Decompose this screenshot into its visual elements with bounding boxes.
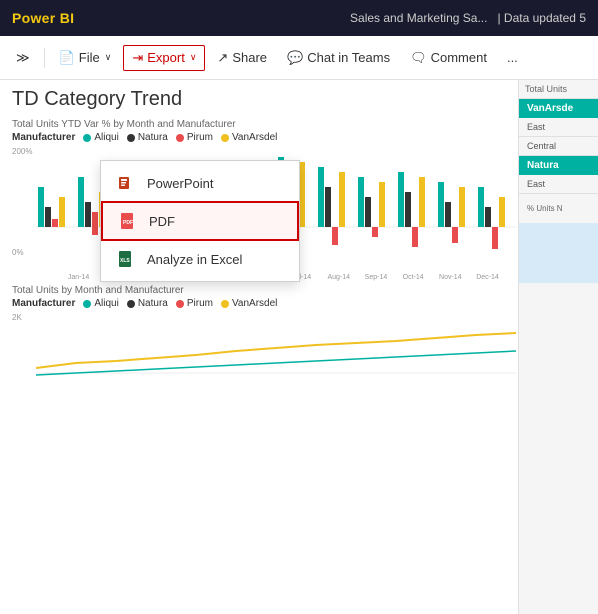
legend-aliqui: Aliqui [83,132,118,143]
topbar: Power BI Sales and Marketing Sa... | Dat… [0,0,598,36]
main-content: PowerPoint PDF PDF XLS Analyze in Excel [0,80,598,614]
east-label-2: East [527,179,590,189]
report-title: Sales and Marketing Sa... | Data updated… [350,11,586,25]
x-dec: Dec-14 [469,274,506,281]
central-label: Central [527,141,590,151]
export-icon: ⇥ [132,50,143,66]
export-dropdown: PowerPoint PDF PDF XLS Analyze in Excel [100,160,300,282]
file-icon: 📄 [59,50,75,66]
aliqui-dot-2 [83,300,91,308]
vanarsdel-label-2: VanArsdel [232,298,277,309]
pct-units-label: % Units N [519,198,598,219]
total-units-header: Total Units [519,80,598,99]
chart-2-legend: Manufacturer Aliqui Natura Pirum [12,298,506,309]
powerpoint-icon [117,173,137,193]
export-pdf-item[interactable]: PDF PDF [101,201,299,241]
excel-icon: XLS [117,249,137,269]
natura-dot [127,134,135,142]
natura-dot-2 [127,300,135,308]
legend-vanarsdel: VanArsdel [221,132,277,143]
y-200: 200% [12,147,32,156]
natura-item-label: Natura [527,160,590,171]
legend2-pirum: Pirum [176,298,213,309]
export-powerpoint-item[interactable]: PowerPoint [101,165,299,201]
vanarsdel-dot [221,134,229,142]
vanarsdel-item-label: VanArsde [527,103,590,114]
east-item-1: East [519,118,598,137]
toolbar-divider-1 [44,48,45,68]
y-2k-label: 2K [12,313,22,322]
pirum-label: Pirum [187,132,213,143]
pdf-label: PDF [149,214,175,229]
svg-text:XLS: XLS [120,258,130,264]
natura-item: Natura [519,156,598,175]
legend-manufacturer-label: Manufacturer [12,132,75,143]
aliqui-label-2: Aliqui [94,298,118,309]
legend2-vanarsdel: VanArsdel [221,298,277,309]
collapse-btn[interactable]: ≫ [8,46,38,70]
line-chart-container: 2K [12,313,506,393]
east-item-2: East [519,175,598,194]
teams-icon: 💬 [287,50,303,66]
svg-text:PDF: PDF [123,220,133,226]
x-aug: Aug-14 [320,274,357,281]
pirum-label-2: Pirum [187,298,213,309]
x-sep: Sep-14 [357,274,394,281]
vanarsdel-label: VanArsdel [232,132,277,143]
pirum-dot-2 [176,300,184,308]
natura-label-2: Natura [138,298,168,309]
powerpoint-label: PowerPoint [147,176,213,191]
comment-button[interactable]: 🗨 Comment [402,46,495,70]
chart-2-label: Total Units by Month and Manufacturer [12,285,506,296]
excel-label: Analyze in Excel [147,252,242,267]
natura-label: Natura [138,132,168,143]
aliqui-label: Aliqui [94,132,118,143]
vanarsdel-item: VanArsde [519,99,598,118]
x-jan: Jan-14 [60,274,97,281]
x-oct: Oct-14 [395,274,432,281]
line-chart-svg [36,313,516,383]
aliqui-dot [83,134,91,142]
y-0: 0% [12,248,32,257]
chart-section-2: Total Units by Month and Manufacturer Ma… [12,285,506,393]
y-axis-1: 200% 0% [12,147,32,257]
legend-pirum: Pirum [176,132,213,143]
file-chevron-icon: ∨ [105,52,112,63]
export-chevron-icon: ∨ [190,52,197,63]
central-item: Central [519,137,598,156]
export-excel-item[interactable]: XLS Analyze in Excel [101,241,299,277]
share-icon: ↗ [217,50,228,66]
chart-1-legend: Manufacturer Aliqui Natura Pirum [12,132,506,143]
legend2-manufacturer-label: Manufacturer [12,298,75,309]
chat-teams-button[interactable]: 💬 Chat in Teams [279,46,398,70]
chevron-double-icon: ≫ [16,50,30,66]
comment-icon: 🗨 [410,50,427,66]
legend-natura: Natura [127,132,168,143]
chart-1-label: Total Units YTD Var % by Month and Manuf… [12,119,506,130]
pct-chart-placeholder [519,223,598,283]
export-button[interactable]: ⇥ Export ∨ [123,45,205,71]
chart-main-title: TD Category Trend [12,88,506,111]
pdf-icon: PDF [119,211,139,231]
right-panel: Total Units VanArsde East Central Natura… [518,80,598,614]
east-label-1: East [527,122,590,132]
share-button[interactable]: ↗ Share [209,46,275,70]
legend2-aliqui: Aliqui [83,298,118,309]
x-nov: Nov-14 [432,274,469,281]
toolbar: ≫ 📄 File ∨ ⇥ Export ∨ ↗ Share 💬 Chat in … [0,36,598,80]
pirum-dot [176,134,184,142]
more-button[interactable]: ... [499,46,526,69]
power-bi-logo: Power BI [12,10,74,26]
file-button[interactable]: 📄 File ∨ [51,46,120,70]
vanarsdel-dot-2 [221,300,229,308]
legend2-natura: Natura [127,298,168,309]
